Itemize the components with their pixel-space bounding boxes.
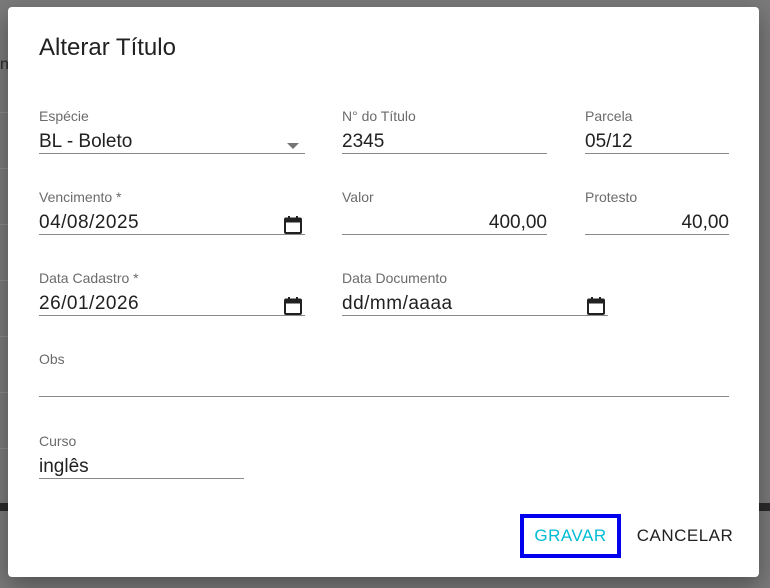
- numero-titulo-underline: [342, 153, 547, 154]
- curso-value: inglês: [39, 456, 89, 477]
- background-bar: [758, 503, 770, 511]
- obs-underline: [39, 396, 729, 397]
- vencimento-value: 04/08/2025: [39, 212, 140, 233]
- data-documento-underline: [342, 315, 608, 316]
- numero-titulo-label: N° do Título: [342, 108, 416, 124]
- data-documento-placeholder: dd/mm/aaaa: [342, 293, 453, 314]
- calendar-icon[interactable]: [283, 296, 303, 316]
- edit-title-dialog: Alterar Título Espécie BL - Boleto N° do…: [8, 7, 759, 577]
- save-button[interactable]: GRAVAR: [520, 514, 621, 558]
- curso-field[interactable]: Curso inglês: [39, 433, 244, 489]
- data-documento-label: Data Documento: [342, 270, 448, 286]
- vencimento-underline: [39, 234, 305, 235]
- valor-underline: [342, 234, 547, 235]
- especie-underline: [39, 153, 305, 154]
- numero-titulo-value: 2345: [342, 131, 385, 152]
- especie-label: Espécie: [39, 108, 89, 124]
- data-cadastro-label: Data Cadastro *: [39, 270, 139, 286]
- protesto-value: 40,00: [681, 212, 729, 233]
- protesto-underline: [585, 234, 729, 235]
- dialog-title: Alterar Título: [39, 34, 176, 61]
- valor-label: Valor: [342, 189, 374, 205]
- protesto-field[interactable]: Protesto 40,00: [585, 189, 729, 245]
- obs-label: Obs: [39, 351, 65, 367]
- data-cadastro-value: 26/01/2026: [39, 293, 140, 314]
- curso-label: Curso: [39, 433, 77, 449]
- parcela-label: Parcela: [585, 108, 633, 124]
- vencimento-label: Vencimento *: [39, 189, 122, 205]
- parcela-field[interactable]: Parcela 05/12: [585, 108, 729, 164]
- obs-field[interactable]: Obs: [39, 351, 729, 407]
- calendar-icon[interactable]: [283, 215, 303, 235]
- valor-field[interactable]: Valor 400,00: [342, 189, 547, 245]
- cancel-button[interactable]: CANCELAR: [632, 514, 738, 558]
- valor-value: 400,00: [488, 212, 547, 233]
- curso-underline: [39, 478, 244, 479]
- parcela-value: 05/12: [585, 131, 633, 152]
- data-cadastro-date-field[interactable]: Data Cadastro * 26/01/2026: [39, 270, 305, 326]
- parcela-underline: [585, 153, 729, 154]
- data-cadastro-underline: [39, 315, 305, 316]
- especie-select[interactable]: Espécie BL - Boleto: [39, 108, 305, 164]
- numero-titulo-field[interactable]: N° do Título 2345: [342, 108, 547, 164]
- vencimento-date-field[interactable]: Vencimento * 04/08/2025: [39, 189, 305, 245]
- especie-value: BL - Boleto: [39, 131, 133, 152]
- data-documento-date-field[interactable]: Data Documento dd/mm/aaaa: [342, 270, 608, 326]
- calendar-icon[interactable]: [586, 296, 606, 316]
- protesto-label: Protesto: [585, 189, 638, 205]
